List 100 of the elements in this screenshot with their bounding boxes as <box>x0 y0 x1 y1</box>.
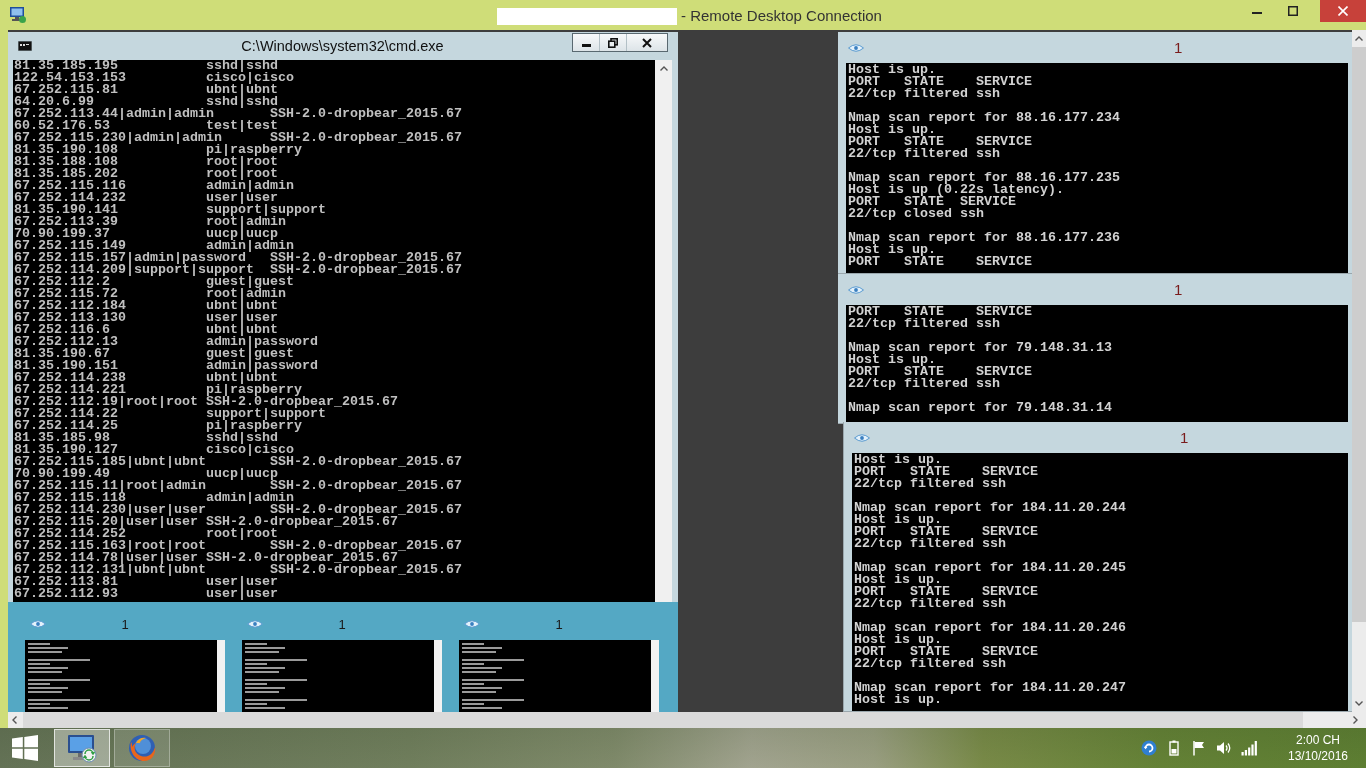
console-line: PORT STATE SERVICE <box>848 366 1033 378</box>
console-line: Nmap scan report for 88.16.177.235 <box>848 172 1121 184</box>
console-line: 67.252.112.19|root|root SSH-2.0-dropbear_2015.67 <box>14 396 399 408</box>
restore-icon <box>608 37 618 48</box>
battery-icon[interactable] <box>1166 740 1182 756</box>
window-title: 1 <box>1174 39 1183 56</box>
console-line: 67.252.112.13 admin|password <box>14 336 319 348</box>
eye-icon <box>854 433 870 442</box>
console-line: 22/tcp filtered ssh <box>854 598 1007 610</box>
console-line: Nmap scan report for 184.11.20.244 <box>854 502 1127 514</box>
console-line: 67.252.114.25 pi|raspberry <box>14 420 302 432</box>
taskbar-button[interactable] <box>54 729 110 767</box>
console-line: Nmap scan report for 79.148.31.13 <box>848 342 1113 354</box>
console-line: 67.252.113.39 root|admin <box>14 216 286 228</box>
console-line: 81.35.190.127 cisco|cisco <box>14 444 294 456</box>
console-line: Host is up. <box>848 354 936 366</box>
console-line: PORT STATE SERVICE <box>854 526 1039 538</box>
thumbnail-title[interactable]: 1 <box>338 616 346 632</box>
scrollbar[interactable] <box>655 60 672 602</box>
circular-arrow-icon[interactable] <box>1141 740 1157 756</box>
console-line: 22/tcp filtered ssh <box>848 148 1001 160</box>
console-line: 81.35.190.151 admin|password <box>14 360 319 372</box>
console-line: 67.252.115.157|admin|password SSH-2.0-dropbear_2015.67 <box>14 252 463 264</box>
console-line: Host is up. <box>854 454 942 466</box>
console-icon <box>18 41 32 51</box>
window-title: 1 <box>1180 429 1189 446</box>
window-title: 1 <box>1174 281 1183 298</box>
console-line: 67.252.115.11|root|admin SSH-2.0-dropbear_2015.67 <box>14 480 463 492</box>
console-line: 22/tcp filtered ssh <box>848 318 1001 330</box>
console-line: 67.252.115.185|ubnt|ubnt SSH-2.0-dropbear_2015.67 <box>14 456 463 468</box>
console-line: 67.252.114.252 root|root <box>14 528 278 540</box>
console-line: 70.90.199.49 uucp|uucp <box>14 468 278 480</box>
speaker-icon[interactable] <box>1216 740 1232 756</box>
minimize-button[interactable] <box>573 34 600 51</box>
console-line: 67.252.114.238 ubnt|ubnt <box>14 372 278 384</box>
terminal-preview[interactable] <box>242 640 442 712</box>
console-line: 81.35.190.141 support|support <box>14 204 327 216</box>
terminal-preview[interactable] <box>459 640 659 712</box>
clock-date[interactable]: 13/10/2016 <box>1287 748 1349 764</box>
console-line: 22/tcp filtered ssh <box>854 658 1007 670</box>
console-line: 22/tcp filtered ssh <box>854 538 1007 550</box>
window-title: - Remote Desktop Connection <box>681 6 882 24</box>
eye-icon <box>848 285 864 294</box>
console-line: PORT STATE SERVICE <box>854 466 1039 478</box>
console-line: 64.20.6.99 sshd|sshd <box>14 96 278 108</box>
close-icon <box>642 37 652 48</box>
console-line: 67.252.116.6 ubnt|ubnt <box>14 324 278 336</box>
console-line: Host is up. <box>854 694 942 706</box>
console-line: 81.35.188.108 root|root <box>14 156 278 168</box>
console-line: PORT STATE SERVICE <box>848 136 1033 148</box>
console-line: Nmap scan report for 184.11.20.247 <box>854 682 1127 694</box>
console-line: Host is up (0.22s latency). <box>848 184 1065 196</box>
console-line: Host is up. <box>848 64 936 76</box>
monitor-icon <box>10 7 26 23</box>
console-line: Nmap scan report for 184.11.20.245 <box>854 562 1127 574</box>
scroll-thumb[interactable] <box>1352 47 1366 622</box>
console-line: 67.252.114.209|support|support SSH-2.0-dropbear_2015.67 <box>14 264 463 276</box>
console-line: 67.252.113.130 user|user <box>14 312 279 324</box>
console-line: 67.252.114.78|user|user SSH-2.0-dropbear_2015.67 <box>14 552 398 564</box>
console-line: 60.52.176.53 test|test <box>14 120 278 132</box>
console-line: 81.35.185.202 root|root <box>14 168 278 180</box>
console-line: Host is up. <box>854 574 942 586</box>
signal-bars-icon[interactable] <box>1241 740 1257 756</box>
console-line: 81.35.190.67 guest|guest <box>14 348 294 360</box>
console-line: Host is up. <box>848 244 936 256</box>
console-line: PORT STATE SERVICE <box>848 196 1016 208</box>
fox-globe-icon <box>127 733 157 763</box>
console-line: 67.252.115.149 admin|admin <box>14 240 294 252</box>
console-line: 67.252.112.184 ubnt|ubnt <box>14 300 278 312</box>
clock-time[interactable]: 2:00 CH <box>1296 732 1340 748</box>
terminal-preview[interactable] <box>25 640 225 712</box>
console-line: Nmap scan report for 88.16.177.236 <box>848 232 1121 244</box>
flag-icon[interactable] <box>1191 740 1207 756</box>
console-line: 22/tcp filtered ssh <box>854 478 1007 490</box>
console-line: 67.252.115.163|root|root SSH-2.0-dropbear_2015.67 <box>14 540 463 552</box>
console-line: 81.35.190.108 pi|raspberry <box>14 144 302 156</box>
console-line: PORT STATE SERVICE <box>854 646 1039 658</box>
console-line: Host is up. <box>854 634 942 646</box>
console-line: 67.252.112.2 guest|guest <box>14 276 294 288</box>
console-line: 67.252.115.72 root|admin <box>14 288 286 300</box>
monitor-icon <box>67 733 97 763</box>
minimize-icon <box>1252 12 1262 14</box>
console-line: 22/tcp filtered ssh <box>848 88 1001 100</box>
window-title: C:\Windows\system32\cmd.exe <box>241 38 444 54</box>
console-line: Nmap scan report for 184.11.20.246 <box>854 622 1127 634</box>
scrollbar[interactable] <box>1352 30 1366 712</box>
thumbnail-title[interactable]: 1 <box>555 616 563 632</box>
thumbnail-title[interactable]: 1 <box>121 616 129 632</box>
console-line: 67.252.114.221 pi|raspberry <box>14 384 302 396</box>
eye-icon <box>848 43 864 52</box>
console-line: 67.252.113.81 user|user <box>14 576 278 588</box>
console-line: 22/tcp filtered ssh <box>848 378 1001 390</box>
console-line: 67.252.114.22 support|support <box>14 408 326 420</box>
console-line: 67.252.113.44|admin|admin SSH-2.0-dropbear_2015.67 <box>14 108 463 120</box>
console-line: Nmap scan report for 79.148.31.14 <box>848 402 1113 414</box>
console-line: 67.252.112.131|ubnt|ubnt SSH-2.0-dropbear_2015.67 <box>14 564 463 576</box>
close-button[interactable] <box>627 34 667 51</box>
windows-logo-icon <box>12 735 38 761</box>
console-line: 122.54.153.153 cisco|cisco <box>14 72 295 84</box>
restore-button[interactable] <box>600 34 627 51</box>
